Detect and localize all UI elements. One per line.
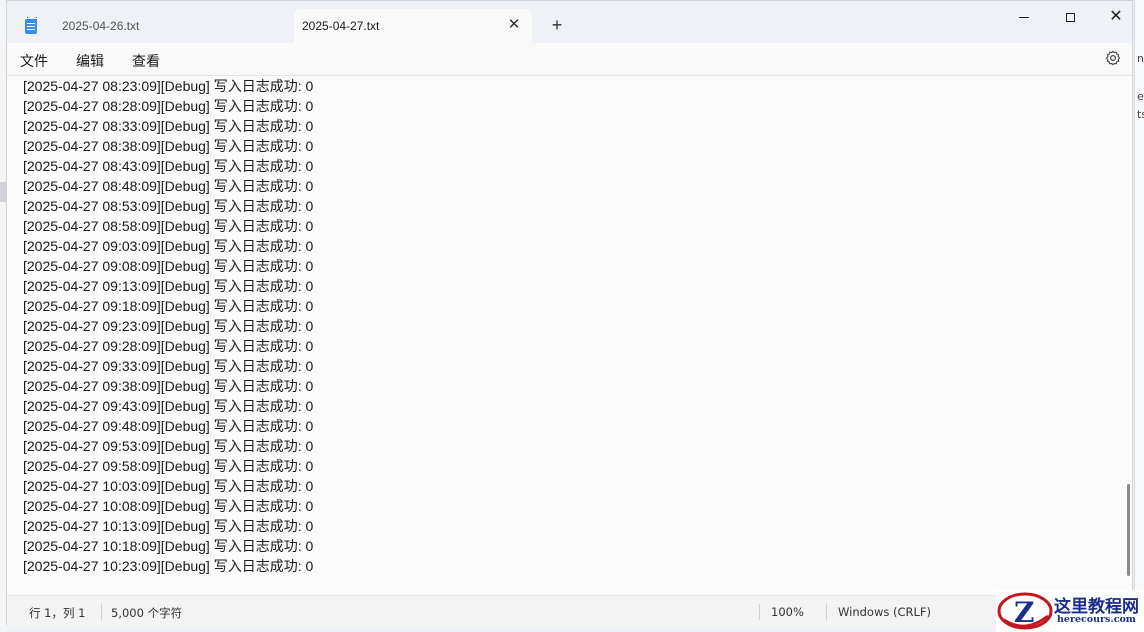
- menu-edit[interactable]: 编辑: [76, 51, 104, 71]
- text-line: [2025-04-27 09:28:09][Debug] 写入日志成功: 0: [23, 338, 314, 354]
- text-line: [2025-04-27 08:58:09][Debug] 写入日志成功: 0: [23, 218, 314, 234]
- watermark-logo: Z 这里教程网 herecours.com: [996, 590, 1144, 632]
- maximize-button[interactable]: [1050, 5, 1090, 29]
- text-line: [2025-04-27 09:58:09][Debug] 写入日志成功: 0: [23, 458, 314, 474]
- line-ending[interactable]: Windows (CRLF): [838, 605, 931, 619]
- menu-file[interactable]: 文件: [20, 51, 48, 71]
- text-editor[interactable]: [2025-04-27 08:23:09][Debug] 写入日志成功: 0 [2…: [7, 76, 1132, 594]
- text-line: [2025-04-27 08:23:09][Debug] 写入日志成功: 0: [23, 78, 314, 94]
- text-line: [2025-04-27 09:23:09][Debug] 写入日志成功: 0: [23, 318, 314, 334]
- background-fragment: ts: [1137, 108, 1144, 121]
- text-line: [2025-04-27 09:53:09][Debug] 写入日志成功: 0: [23, 438, 314, 454]
- status-divider: [101, 604, 102, 620]
- close-icon: ✕: [1109, 8, 1123, 25]
- maximize-icon: [1065, 12, 1075, 22]
- gear-icon[interactable]: [1104, 50, 1122, 68]
- text-line: [2025-04-27 09:48:09][Debug] 写入日志成功: 0: [23, 418, 314, 434]
- tab-2025-04-26[interactable]: 2025-04-26.txt: [15, 9, 291, 43]
- text-line: [2025-04-27 08:33:09][Debug] 写入日志成功: 0: [23, 118, 314, 134]
- editor-lines: [2025-04-27 08:23:09][Debug] 写入日志成功: 0 [2…: [23, 76, 313, 576]
- watermark-letter: Z: [1014, 596, 1034, 629]
- tab-2025-04-27[interactable]: 2025-04-27.txt ✕: [294, 9, 532, 43]
- text-line: [2025-04-27 09:38:09][Debug] 写入日志成功: 0: [23, 378, 314, 394]
- text-line: [2025-04-27 08:28:09][Debug] 写入日志成功: 0: [23, 98, 314, 114]
- tab-label: 2025-04-26.txt: [62, 19, 140, 33]
- notepad-icon: [25, 16, 37, 34]
- new-tab-button[interactable]: +: [548, 15, 566, 35]
- watermark-emblem-icon: Z: [997, 592, 1053, 630]
- text-line: [2025-04-27 08:48:09][Debug] 写入日志成功: 0: [23, 178, 314, 194]
- character-count: 5,000 个字符: [111, 606, 183, 620]
- menu-view[interactable]: 查看: [132, 51, 160, 71]
- title-bar: 2025-04-26.txt 2025-04-27.txt ✕ + ✕: [7, 1, 1132, 43]
- notepad-window: 2025-04-26.txt 2025-04-27.txt ✕ + ✕ 文件 编…: [6, 0, 1133, 627]
- minimize-icon: [1019, 16, 1029, 18]
- vertical-scrollbar[interactable]: [1124, 76, 1130, 594]
- watermark-url: herecours.com: [1057, 614, 1136, 625]
- close-window-button[interactable]: ✕: [1096, 5, 1136, 29]
- background-fragment: er: [1137, 90, 1144, 103]
- text-line: [2025-04-27 08:43:09][Debug] 写入日志成功: 0: [23, 158, 314, 174]
- background-fragment: nf: [1137, 52, 1144, 65]
- zoom-level[interactable]: 100%: [771, 605, 804, 619]
- close-tab-icon[interactable]: ✕: [506, 17, 522, 33]
- text-line: [2025-04-27 09:13:09][Debug] 写入日志成功: 0: [23, 278, 314, 294]
- status-divider: [759, 604, 760, 620]
- text-line: [2025-04-27 09:08:09][Debug] 写入日志成功: 0: [23, 258, 314, 274]
- scrollbar-thumb[interactable]: [1127, 484, 1130, 576]
- text-line: [2025-04-27 09:18:09][Debug] 写入日志成功: 0: [23, 298, 314, 314]
- text-line: [2025-04-27 08:38:09][Debug] 写入日志成功: 0: [23, 138, 314, 154]
- text-line: [2025-04-27 10:08:09][Debug] 写入日志成功: 0: [23, 498, 314, 514]
- text-line: [2025-04-27 10:23:09][Debug] 写入日志成功: 0: [23, 558, 314, 574]
- text-line: [2025-04-27 09:33:09][Debug] 写入日志成功: 0: [23, 358, 314, 374]
- text-line: [2025-04-27 10:13:09][Debug] 写入日志成功: 0: [23, 518, 314, 534]
- text-line: [2025-04-27 10:18:09][Debug] 写入日志成功: 0: [23, 538, 314, 554]
- minimize-button[interactable]: [1004, 5, 1044, 29]
- text-line: [2025-04-27 09:03:09][Debug] 写入日志成功: 0: [23, 238, 314, 254]
- tab-label: 2025-04-27.txt: [302, 19, 380, 33]
- status-divider: [826, 604, 827, 620]
- text-line: [2025-04-27 09:43:09][Debug] 写入日志成功: 0: [23, 398, 314, 414]
- text-line: [2025-04-27 10:03:09][Debug] 写入日志成功: 0: [23, 478, 314, 494]
- text-line: [2025-04-27 08:53:09][Debug] 写入日志成功: 0: [23, 198, 314, 214]
- cursor-position[interactable]: 行 1，列 1: [29, 605, 85, 621]
- menu-bar: 文件 编辑 查看: [7, 43, 1132, 76]
- status-bar: 行 1，列 1 5,000 个字符 100% Windows (CRLF): [7, 595, 1132, 627]
- background-window-right: nf er ts: [1134, 0, 1144, 632]
- desktop: nf er ts 2025-04-26.txt 2025-04-27.txt ✕…: [0, 0, 1144, 632]
